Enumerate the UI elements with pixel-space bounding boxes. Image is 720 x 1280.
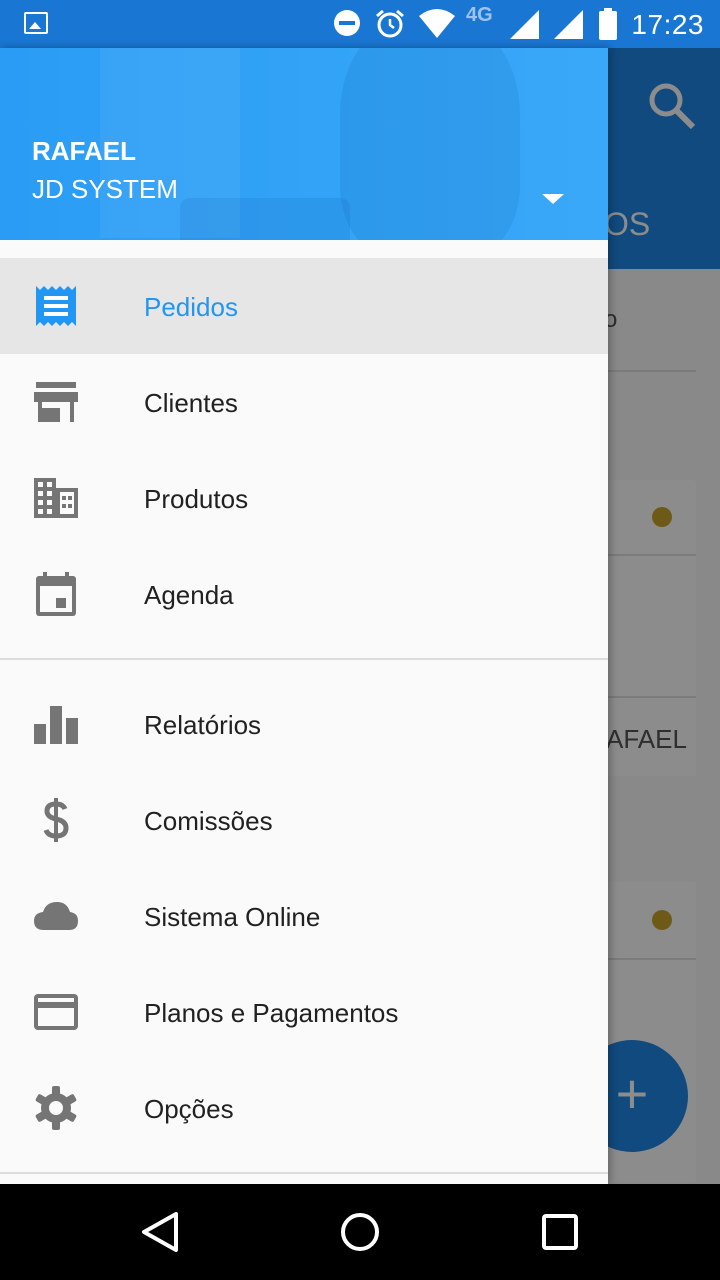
menu-item-label: Planos e Pagamentos — [144, 998, 399, 1028]
drawer-header[interactable]: RAFAEL JD SYSTEM — [0, 48, 608, 240]
system-navigation-bar — [0, 1184, 720, 1280]
clock: 17:23 — [631, 9, 704, 40]
menu-item-label: Opções — [144, 1094, 234, 1124]
user-company: JD SYSTEM — [32, 174, 178, 204]
menu-item-clientes[interactable]: Clientes — [0, 354, 608, 450]
dollar-icon — [43, 798, 69, 842]
navigation-drawer: RAFAEL JD SYSTEM Pedidos Clientes Produt… — [0, 48, 608, 1184]
receipt-icon — [36, 286, 76, 326]
menu-item-label: Pedidos — [144, 292, 238, 322]
menu-item-label: Clientes — [144, 388, 238, 418]
menu-item-pedidos[interactable]: Pedidos — [0, 258, 608, 354]
cloud-icon — [34, 902, 78, 930]
back-icon[interactable] — [136, 1208, 184, 1256]
menu-item-produtos[interactable]: Produtos — [0, 450, 608, 546]
menu-item-label: Produtos — [144, 484, 249, 514]
business-icon — [34, 478, 78, 518]
account-dropdown-icon[interactable] — [542, 194, 564, 204]
do-not-disturb-icon — [334, 10, 360, 36]
signal-icon-2 — [554, 10, 583, 39]
recents-icon[interactable] — [536, 1208, 584, 1256]
home-icon[interactable] — [336, 1208, 384, 1256]
credit-card-icon — [34, 994, 78, 1030]
menu-divider — [0, 1172, 608, 1174]
menu-item-agenda[interactable]: Agenda — [0, 546, 608, 642]
menu-item-relatorios[interactable]: Relatórios — [0, 676, 608, 772]
menu-item-planos-pagamentos[interactable]: Planos e Pagamentos — [0, 964, 608, 1060]
header-photo-device — [180, 198, 350, 240]
network-type-label: 4G — [466, 4, 493, 26]
battery-icon — [599, 8, 617, 40]
image-notification-icon — [24, 12, 48, 34]
wifi-icon — [419, 9, 455, 38]
bar-chart-icon — [34, 706, 78, 744]
alarm-icon — [376, 9, 404, 38]
calendar-icon — [36, 572, 76, 616]
header-photo-person — [340, 48, 520, 240]
user-name: RAFAEL — [32, 136, 136, 166]
menu-item-sistema-online[interactable]: Sistema Online — [0, 868, 608, 964]
settings-icon — [35, 1086, 77, 1130]
menu-item-label: Relatórios — [144, 710, 262, 740]
menu-item-label: Comissões — [144, 806, 273, 836]
menu-item-opcoes[interactable]: Opções — [0, 1060, 608, 1156]
store-icon — [34, 382, 78, 422]
status-bar: 4G 17:23 — [0, 0, 720, 48]
menu-item-label: Sistema Online — [144, 902, 321, 932]
menu-item-label: Agenda — [144, 580, 234, 610]
menu-item-comissoes[interactable]: Comissões — [0, 772, 608, 868]
signal-icon — [510, 10, 539, 39]
menu-divider — [0, 658, 608, 660]
